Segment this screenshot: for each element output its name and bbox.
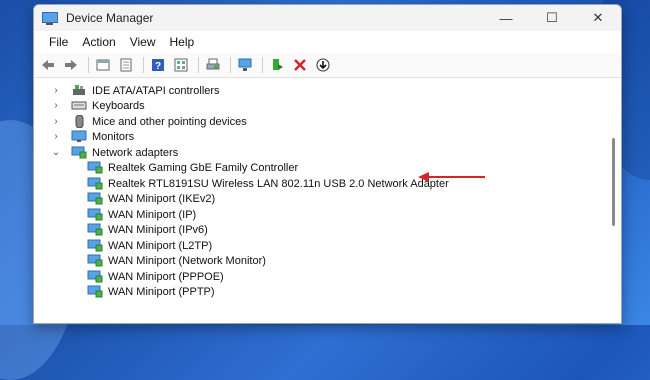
tree-item-network-adapters[interactable]: ⌄ Network adapters bbox=[51, 145, 178, 160]
tree-item-label: WAN Miniport (PPTP) bbox=[108, 285, 215, 298]
tree-item-mice[interactable]: › Mice and other pointing devices bbox=[51, 114, 247, 129]
tree-item-label: Monitors bbox=[92, 130, 135, 143]
network-adapter-icon bbox=[87, 161, 103, 174]
title-bar: Device Manager — ☐ ✕ bbox=[34, 5, 621, 31]
show-hidden-icon[interactable] bbox=[116, 55, 136, 75]
network-adapter-icon bbox=[87, 285, 103, 298]
tree-item-adapter[interactable]: WAN Miniport (L2TP) bbox=[87, 238, 212, 253]
device-manager-window: Device Manager — ☐ ✕ File Action View He… bbox=[33, 4, 622, 324]
chevron-right-icon[interactable]: › bbox=[51, 116, 61, 127]
tree-item-keyboards[interactable]: › Keyboards bbox=[51, 98, 145, 113]
toolbar-divider bbox=[198, 57, 199, 73]
network-adapter-icon bbox=[71, 146, 87, 159]
tree-item-adapter[interactable]: WAN Miniport (Network Monitor) bbox=[87, 253, 266, 268]
tree-item-label: Realtek Gaming GbE Family Controller bbox=[108, 161, 299, 174]
chevron-right-icon[interactable]: › bbox=[51, 131, 61, 142]
mouse-icon bbox=[71, 114, 87, 129]
tree-item-adapter[interactable]: WAN Miniport (IPv6) bbox=[87, 222, 208, 237]
maximize-button[interactable]: ☐ bbox=[529, 5, 575, 31]
toolbar-divider bbox=[230, 57, 231, 73]
network-adapter-icon bbox=[87, 192, 103, 205]
device-manager-icon bbox=[42, 11, 58, 25]
network-adapter-icon bbox=[87, 177, 103, 190]
disable-device-icon[interactable] bbox=[313, 55, 333, 75]
window-title: Device Manager bbox=[66, 11, 154, 25]
svg-text:?: ? bbox=[155, 61, 161, 72]
device-tree: › IDE ATA/ATAPI controllers › Keyboards … bbox=[34, 78, 621, 323]
tree-item-adapter[interactable]: Realtek Gaming GbE Family Controller bbox=[87, 160, 298, 175]
network-adapter-icon bbox=[87, 239, 103, 252]
scan-hardware-icon[interactable] bbox=[235, 55, 255, 75]
toolbar-divider bbox=[262, 57, 263, 73]
menu-view[interactable]: View bbox=[123, 31, 163, 53]
vertical-scrollbar[interactable] bbox=[612, 138, 615, 226]
tree-item-label: WAN Miniport (PPPOE) bbox=[108, 270, 224, 283]
print-icon[interactable] bbox=[203, 55, 223, 75]
network-adapter-icon bbox=[87, 208, 103, 221]
chevron-down-icon[interactable]: ⌄ bbox=[51, 147, 61, 158]
chevron-right-icon[interactable]: › bbox=[51, 85, 61, 96]
tree-item-label: Mice and other pointing devices bbox=[92, 115, 247, 128]
tree-item-label: WAN Miniport (IP) bbox=[108, 208, 197, 221]
ide-controller-icon bbox=[71, 84, 87, 97]
annotation-arrow-icon bbox=[418, 172, 485, 182]
tree-item-label: WAN Miniport (Network Monitor) bbox=[108, 254, 266, 267]
tree-item-adapter[interactable]: WAN Miniport (PPTP) bbox=[87, 284, 215, 299]
help-icon[interactable]: ? bbox=[148, 55, 168, 75]
tree-item-label: Realtek RTL8191SU Wireless LAN 802.11n U… bbox=[108, 177, 449, 190]
tree-item-adapter[interactable]: WAN Miniport (PPPOE) bbox=[87, 269, 224, 284]
tree-item-label: WAN Miniport (IPv6) bbox=[108, 223, 208, 236]
back-arrow-icon[interactable] bbox=[38, 55, 58, 75]
keyboard-icon bbox=[71, 99, 87, 112]
menu-file[interactable]: File bbox=[42, 31, 75, 53]
tree-item-label: Keyboards bbox=[92, 99, 145, 112]
tree-item-adapter[interactable]: WAN Miniport (IKEv2) bbox=[87, 191, 215, 206]
toolbar-divider bbox=[88, 57, 89, 73]
tree-item-label: WAN Miniport (L2TP) bbox=[108, 239, 213, 252]
details-icon[interactable] bbox=[171, 55, 191, 75]
menu-bar: File Action View Help bbox=[34, 31, 621, 53]
network-adapter-icon bbox=[87, 254, 103, 267]
uninstall-icon[interactable] bbox=[290, 55, 310, 75]
network-adapter-icon bbox=[87, 223, 103, 236]
properties-icon[interactable] bbox=[93, 55, 113, 75]
tree-item-adapter-wireless[interactable]: Realtek RTL8191SU Wireless LAN 802.11n U… bbox=[87, 176, 449, 191]
tree-item-monitors[interactable]: › Monitors bbox=[51, 129, 134, 144]
menu-action[interactable]: Action bbox=[75, 31, 122, 53]
tree-item-label: WAN Miniport (IKEv2) bbox=[108, 192, 216, 205]
tree-item-ide-controllers[interactable]: › IDE ATA/ATAPI controllers bbox=[51, 83, 220, 98]
toolbar-divider bbox=[143, 57, 144, 73]
menu-help[interactable]: Help bbox=[163, 31, 202, 53]
monitor-icon bbox=[71, 130, 87, 143]
chevron-right-icon[interactable]: › bbox=[51, 100, 61, 111]
tree-item-label: IDE ATA/ATAPI controllers bbox=[92, 84, 220, 97]
tree-item-label: Network adapters bbox=[92, 146, 179, 159]
close-button[interactable]: ✕ bbox=[575, 5, 621, 31]
forward-arrow-icon[interactable] bbox=[61, 55, 81, 75]
minimize-button[interactable]: — bbox=[483, 5, 529, 31]
update-driver-icon[interactable] bbox=[267, 55, 287, 75]
toolbar: ? bbox=[34, 53, 621, 78]
network-adapter-icon bbox=[87, 270, 103, 283]
tree-item-adapter[interactable]: WAN Miniport (IP) bbox=[87, 207, 196, 222]
